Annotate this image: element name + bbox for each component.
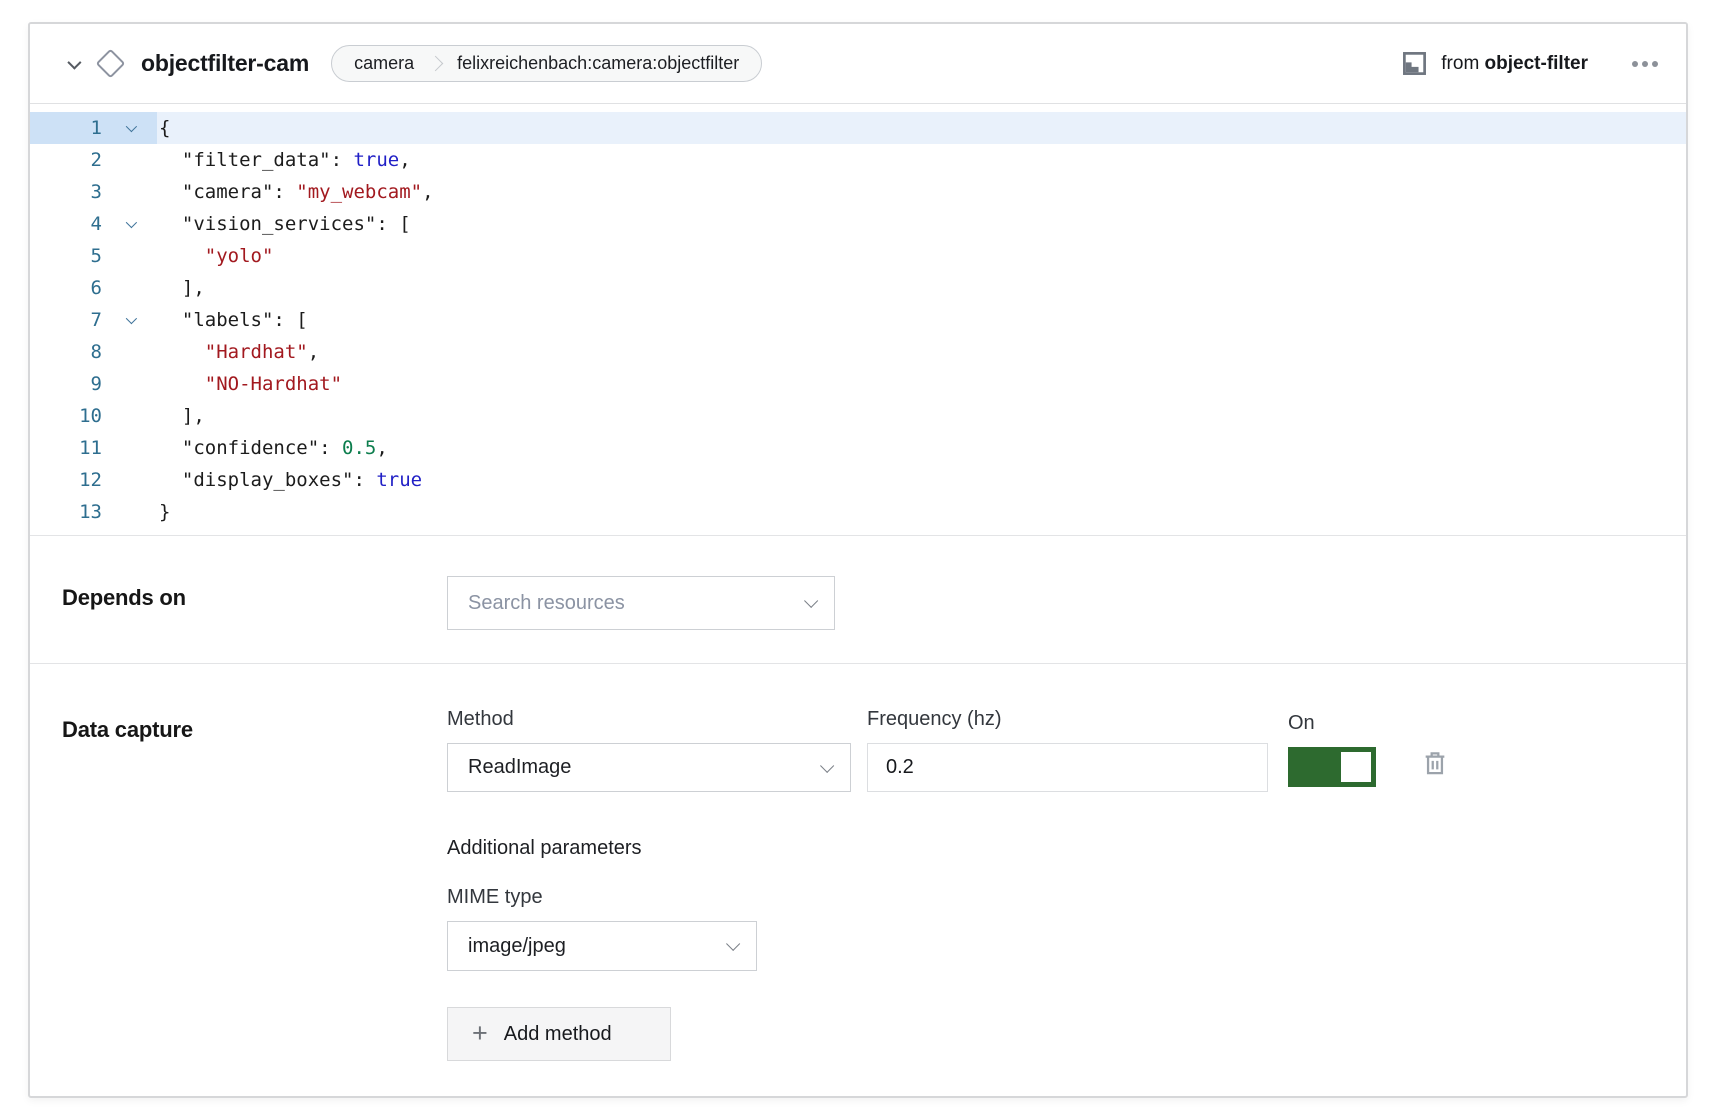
resource-card: objectfilter-cam camera felixreichenbach…	[28, 22, 1688, 1098]
module-icon	[1401, 50, 1428, 77]
chevron-down-icon	[804, 594, 818, 608]
code-line: 6 ],	[30, 272, 1686, 304]
code-text: "confidence": 0.5,	[157, 432, 388, 464]
code-line: 11 "confidence": 0.5,	[30, 432, 1686, 464]
line-number: 6	[30, 277, 102, 299]
chevron-down-icon	[726, 937, 740, 951]
gutter: 6	[30, 272, 157, 304]
type-badge-label: camera	[354, 53, 414, 74]
gutter: 4	[30, 208, 157, 240]
module-name: object-filter	[1485, 53, 1588, 74]
add-method-button[interactable]: + Add method	[447, 1007, 671, 1061]
code-line: 5 "yolo"	[30, 240, 1686, 272]
fold-toggle-icon[interactable]	[125, 313, 136, 324]
code-line: 8 "Hardhat",	[30, 336, 1686, 368]
depends-on-label: Depends on	[62, 576, 447, 611]
delete-method-button[interactable]	[1419, 747, 1451, 782]
line-number: 4	[30, 213, 102, 235]
line-number: 2	[30, 149, 102, 171]
line-number: 5	[30, 245, 102, 267]
gutter: 11	[30, 432, 157, 464]
chevron-down-icon	[67, 55, 81, 69]
diamond-icon	[96, 49, 126, 79]
data-capture-label: Data capture	[62, 708, 447, 743]
code-line: 7 "labels": [	[30, 304, 1686, 336]
line-number: 7	[30, 309, 102, 331]
from-module-label: from object-filter	[1441, 53, 1588, 75]
code-text: "vision_services": [	[157, 208, 411, 240]
json-config-editor[interactable]: 1{2 "filter_data": true,3 "camera": "my_…	[30, 104, 1686, 536]
method-select[interactable]: ReadImage	[447, 743, 851, 792]
fold-toggle-icon[interactable]	[125, 121, 136, 132]
code-line: 1{	[30, 112, 1686, 144]
resource-type-badge: camera felixreichenbach:camera:objectfil…	[331, 45, 762, 82]
card-header: objectfilter-cam camera felixreichenbach…	[30, 24, 1686, 104]
code-text: "display_boxes": true	[157, 464, 422, 496]
gutter: 5	[30, 240, 157, 272]
code-text: "NO-Hardhat"	[157, 368, 342, 400]
data-capture-section: Data capture Method ReadImage Frequency …	[30, 663, 1686, 1097]
code-text: "filter_data": true,	[157, 144, 411, 176]
more-menu-button[interactable]	[1630, 55, 1660, 73]
method-label: Method	[447, 708, 851, 731]
toggle-knob	[1341, 752, 1371, 782]
gutter: 1	[30, 112, 157, 144]
additional-parameters-label: Additional parameters	[447, 837, 1654, 860]
header-right: from object-filter	[1401, 50, 1660, 77]
code-line: 13}	[30, 496, 1686, 528]
code-text: ],	[157, 272, 205, 304]
capture-toggle[interactable]	[1288, 747, 1376, 787]
depends-on-select[interactable]: Search resources	[447, 576, 835, 630]
frequency-label: Frequency (hz)	[867, 708, 1268, 731]
add-method-label: Add method	[504, 1023, 612, 1046]
gutter: 2	[30, 144, 157, 176]
code-line: 9 "NO-Hardhat"	[30, 368, 1686, 400]
line-number: 9	[30, 373, 102, 395]
depends-on-section: Depends on Search resources	[30, 536, 1686, 663]
code-line: 12 "display_boxes": true	[30, 464, 1686, 496]
mime-type-label: MIME type	[447, 886, 1654, 909]
line-number: 11	[30, 437, 102, 459]
resource-title: objectfilter-cam	[141, 50, 309, 77]
frequency-input[interactable]	[867, 743, 1268, 792]
code-text: {	[157, 112, 170, 144]
line-number: 12	[30, 469, 102, 491]
code-text: "labels": [	[157, 304, 308, 336]
gutter: 13	[30, 496, 157, 528]
code-text: "yolo"	[157, 240, 273, 272]
line-number: 13	[30, 501, 102, 523]
code-text: "Hardhat",	[157, 336, 319, 368]
chevron-down-icon	[820, 758, 834, 772]
code-text: ],	[157, 400, 205, 432]
badge-separator-icon	[428, 56, 444, 72]
mime-type-value: image/jpeg	[468, 935, 566, 958]
line-number: 10	[30, 405, 102, 427]
method-value: ReadImage	[468, 756, 571, 779]
trash-icon	[1419, 747, 1451, 779]
plus-icon: +	[472, 1020, 488, 1047]
fold-toggle-icon[interactable]	[125, 217, 136, 228]
line-number: 1	[30, 117, 102, 139]
gutter: 10	[30, 400, 157, 432]
gutter: 8	[30, 336, 157, 368]
gutter: 7	[30, 304, 157, 336]
code-text: "camera": "my_webcam",	[157, 176, 434, 208]
code-line: 4 "vision_services": [	[30, 208, 1686, 240]
ellipsis-icon	[1632, 61, 1638, 67]
depends-on-placeholder: Search resources	[468, 592, 625, 615]
mime-type-select[interactable]: image/jpeg	[447, 921, 757, 971]
code-line: 10 ],	[30, 400, 1686, 432]
code-line: 2 "filter_data": true,	[30, 144, 1686, 176]
gutter: 9	[30, 368, 157, 400]
code-text: }	[157, 496, 170, 528]
code-line: 3 "camera": "my_webcam",	[30, 176, 1686, 208]
model-badge-label: felixreichenbach:camera:objectfilter	[457, 53, 739, 74]
gutter: 3	[30, 176, 157, 208]
collapse-button[interactable]	[60, 51, 86, 77]
capture-method-row: Method ReadImage Frequency (hz) On	[447, 708, 1654, 792]
line-number: 8	[30, 341, 102, 363]
capture-on-label: On	[1288, 712, 1376, 735]
line-number: 3	[30, 181, 102, 203]
gutter: 12	[30, 464, 157, 496]
